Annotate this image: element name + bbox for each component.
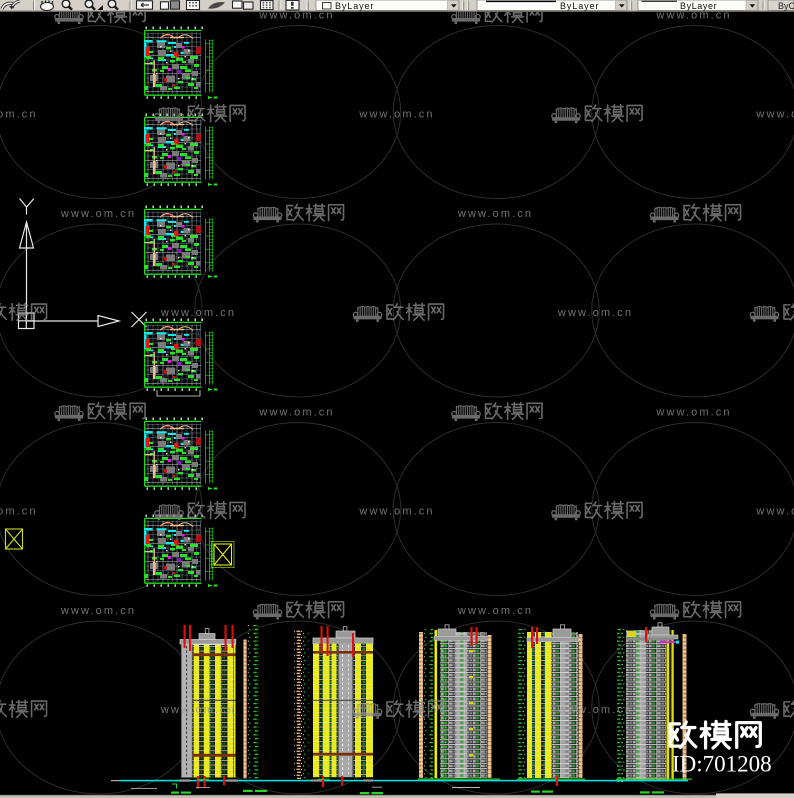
svg-text:www.om.cn: www.om.cn [557,307,633,319]
svg-text:www.om.cn: www.om.cn [457,605,533,617]
svg-text:www.om.cn: www.om.cn [358,109,434,121]
svg-text:www.om.cn: www.om.cn [60,208,136,220]
svg-text:www.om.cn: www.om.cn [755,109,794,121]
svg-text:www.om.cn: www.om.cn [0,109,38,121]
svg-text:ByLayer: ByLayer [335,1,374,11]
svg-text:www.om.cn: www.om.cn [160,704,236,716]
svg-text:ID:701208: ID:701208 [672,752,772,777]
svg-text:www.om.cn: www.om.cn [0,506,38,518]
svg-text:www.om.cn: www.om.cn [258,406,334,418]
svg-text:www.om.cn: www.om.cn [655,406,731,418]
svg-text:www.om.cn: www.om.cn [557,704,633,716]
svg-text:ByLayer: ByLayer [560,1,599,11]
svg-text:www.om.cn: www.om.cn [60,605,136,617]
svg-text:ByCo: ByCo [778,1,794,11]
svg-text:www.om.cn: www.om.cn [160,307,236,319]
svg-text:www.om.cn: www.om.cn [358,506,434,518]
svg-text:www.om.cn: www.om.cn [457,208,533,220]
svg-text:ByLayer: ByLayer [680,1,717,11]
svg-text:www.om.cn: www.om.cn [755,506,794,518]
